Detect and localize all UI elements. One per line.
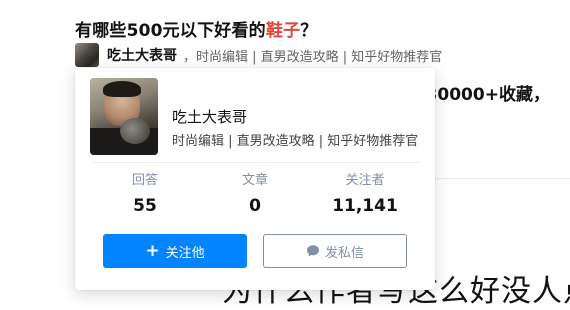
stat-followers-label: 关注者 — [345, 173, 385, 188]
stat-articles-value: 0 — [249, 196, 261, 216]
author-line: 吃土大表哥 ，时尚编辑 | 直男改造攻略 | 知乎好物推荐官 — [75, 43, 442, 67]
send-message-button-label: 发私信 — [324, 245, 364, 261]
stat-answers[interactable]: 回答 55 — [90, 172, 200, 222]
hover-card-headline: 时尚编辑 | 直男改造攻略 | 知乎好物推荐官 — [172, 134, 419, 149]
follow-button[interactable]: + 关注他 — [103, 234, 247, 268]
chat-bubble-icon — [306, 244, 320, 258]
stat-articles-label: 文章 — [241, 173, 268, 188]
stat-followers-value: 11,141 — [332, 196, 398, 216]
author-headline: ，时尚编辑 | 直男改造攻略 | 知乎好物推荐官 — [183, 49, 443, 65]
user-hover-card: 吃土大表哥 时尚编辑 | 直男改造攻略 | 知乎好物推荐官 回答 55 文章 0… — [75, 68, 435, 290]
plus-icon: + — [145, 240, 160, 261]
hover-card-name[interactable]: 吃土大表哥 — [172, 106, 247, 127]
hover-card-avatar[interactable] — [90, 78, 158, 155]
author-name[interactable]: 吃土大表哥 — [107, 45, 177, 65]
question-title-prefix: 有哪些500元以下好看的 — [75, 21, 266, 41]
question-title-highlight: 鞋子 — [265, 21, 301, 41]
hover-card-stats: 回答 55 文章 0 关注者 11,141 — [90, 172, 420, 222]
stat-answers-label: 回答 — [131, 173, 158, 188]
stat-articles[interactable]: 文章 0 — [200, 172, 310, 222]
page: { "question": { "title_prefix": "有哪些500元… — [0, 0, 570, 309]
hover-card-divider — [90, 162, 420, 163]
stat-answers-value: 55 — [133, 196, 157, 216]
divider — [420, 178, 570, 179]
question-title[interactable]: 有哪些500元以下好看的鞋子？ — [75, 16, 318, 41]
stat-followers[interactable]: 关注者 11,141 — [310, 172, 420, 222]
question-title-suffix: ？ — [300, 21, 318, 41]
author-avatar[interactable] — [75, 43, 99, 67]
send-message-button[interactable]: 发私信 — [263, 234, 407, 268]
follow-button-label: 关注他 — [165, 245, 205, 261]
